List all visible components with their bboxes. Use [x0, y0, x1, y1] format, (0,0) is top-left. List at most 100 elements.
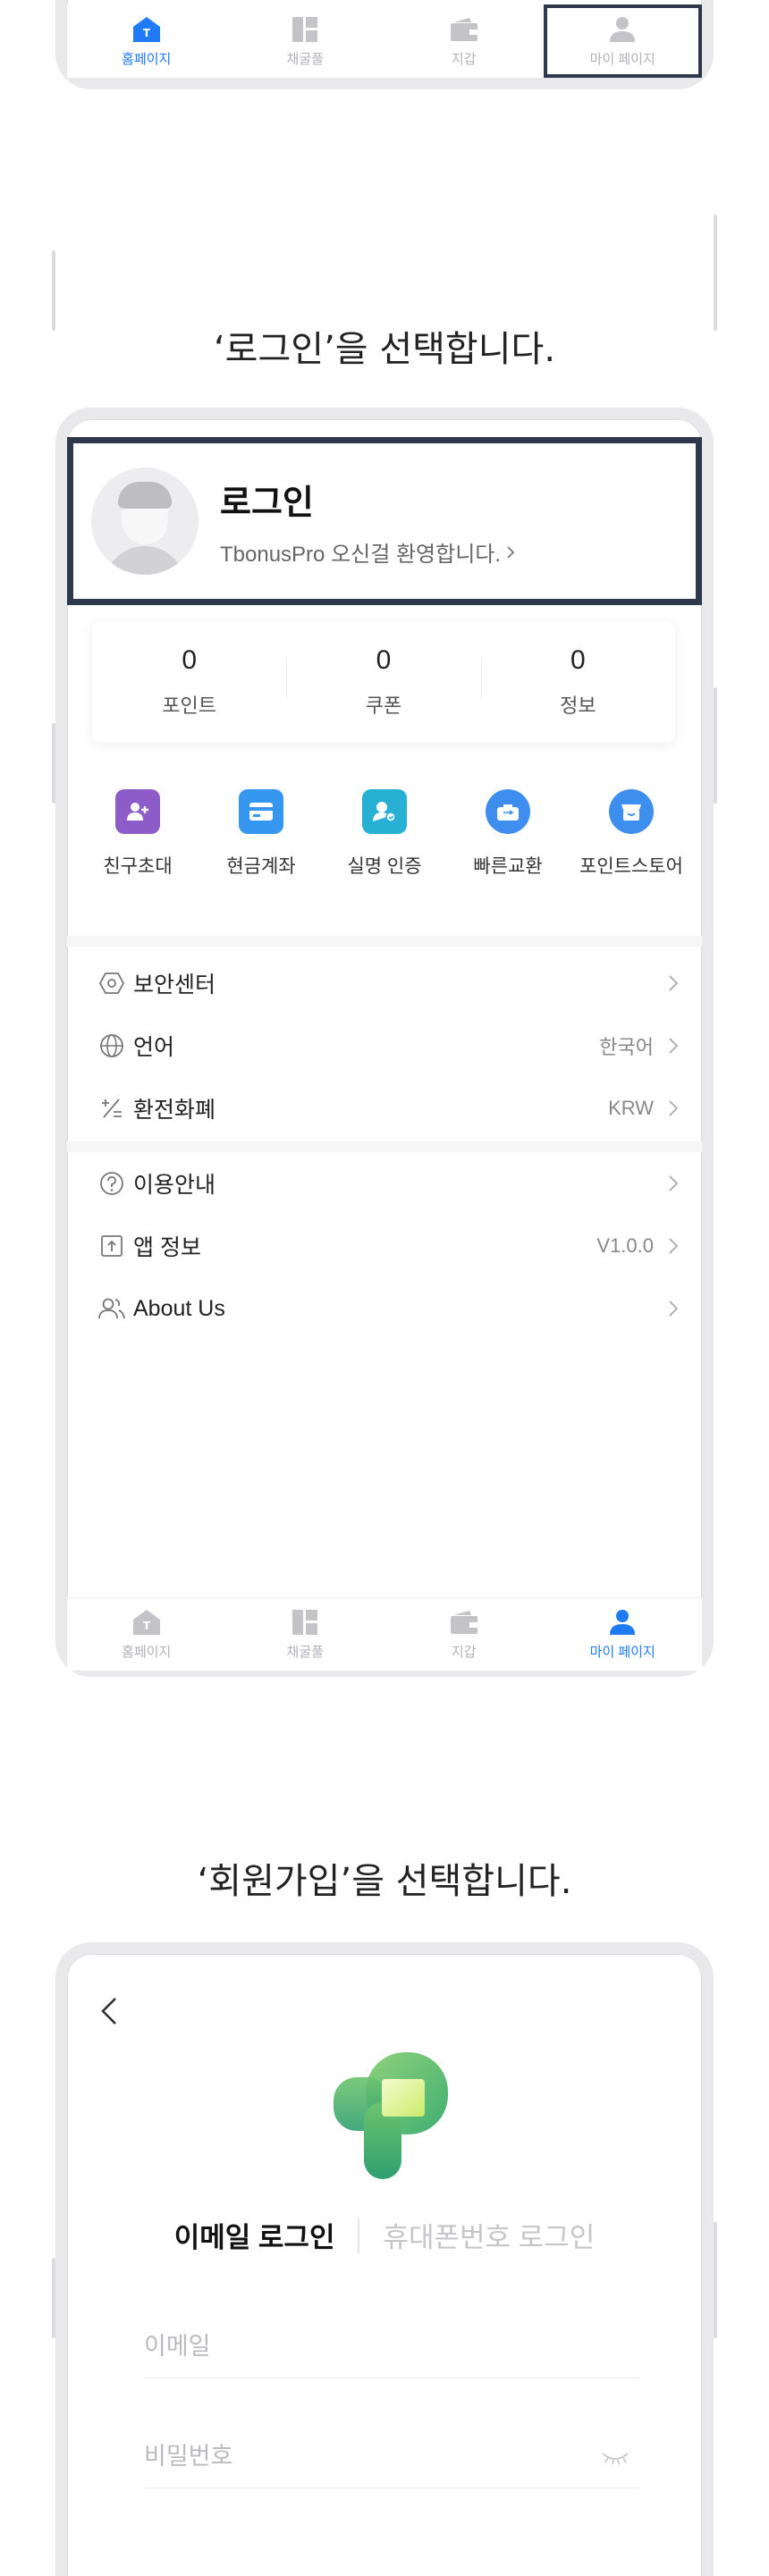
- menu-label: About Us: [133, 1295, 225, 1321]
- shortcut-id-verify[interactable]: 실명 인증: [326, 789, 443, 879]
- shortcut-label: 친구초대: [103, 856, 173, 877]
- invite-friend-icon: [115, 789, 160, 834]
- home-icon: T: [132, 1608, 161, 1637]
- menu-label: 보안센터: [133, 972, 216, 998]
- tab-label: 홈페이지: [122, 51, 172, 67]
- shortcut-invite-friend[interactable]: 친구초대: [80, 789, 196, 879]
- menu-user-guide[interactable]: 이용안내: [67, 1152, 702, 1215]
- default-avatar: [91, 467, 199, 575]
- stat-points[interactable]: 0 포인트: [92, 645, 286, 719]
- tab-my-page[interactable]: 마이 페이지: [544, 1598, 703, 1671]
- tab-label: 지갑: [451, 1645, 477, 1660]
- tab-label: 홈페이지: [122, 1645, 172, 1660]
- menu-currency[interactable]: 환전화폐 KRW: [67, 1077, 702, 1140]
- login-title: 로그인: [220, 484, 314, 522]
- user-icon: [608, 15, 637, 44]
- password-input[interactable]: [144, 2443, 600, 2471]
- shortcut-label: 포인트스토어: [579, 856, 683, 877]
- shortcut-point-store[interactable]: 포인트스토어: [573, 789, 689, 879]
- menu-label: 앱 정보: [133, 1235, 201, 1260]
- tab-my-page[interactable]: 마이 페이지: [543, 4, 702, 78]
- tab-home[interactable]: T 홈페이지: [67, 4, 226, 78]
- store-icon: [609, 789, 654, 834]
- stat-info[interactable]: 0 정보: [480, 645, 675, 719]
- tab-wallet[interactable]: 지갑: [384, 4, 544, 78]
- id-verify-icon: [362, 789, 407, 834]
- shortcut-label: 현금계좌: [226, 856, 296, 877]
- chevron-right-icon: [669, 1175, 679, 1191]
- shortcut-cash-account[interactable]: 현금계좌: [203, 789, 319, 879]
- login-method-tabs: 이메일 로그인 휴대폰번호 로그인: [67, 2215, 702, 2255]
- welcome-text: TbonusPro 오신걸 환영합니다.: [220, 543, 502, 567]
- grid-icon: [291, 15, 319, 44]
- menu-label: 환전화폐: [133, 1098, 216, 1123]
- phone-frame-step3: 이메일 로그인 휴대폰번호 로그인: [52, 1942, 717, 2576]
- tab-label: 채굴풀: [286, 51, 324, 67]
- app-info-icon: [97, 1232, 126, 1260]
- menu-label: 이용안내: [133, 1173, 216, 1198]
- tab-label: 채굴풀: [286, 1645, 324, 1660]
- stat-value: 0: [182, 645, 197, 675]
- menu-label: 언어: [133, 1035, 175, 1060]
- chevron-right-icon: [669, 1238, 679, 1254]
- shortcut-label: 빠른교환: [473, 856, 543, 877]
- chevron-right-icon: [669, 975, 679, 991]
- chevron-right-icon: [507, 545, 515, 559]
- password-field[interactable]: [144, 2426, 639, 2488]
- tbonus-logo: [334, 2052, 448, 2179]
- tab-label: 마이 페이지: [589, 51, 655, 67]
- tab-email-login[interactable]: 이메일 로그인: [151, 2215, 359, 2255]
- wallet-icon: [450, 15, 478, 44]
- phone-frame-step2: 로그인 TbonusPro 오신걸 환영합니다. 0 포인트 0 쿠폰 0 정보…: [52, 408, 717, 1677]
- svg-text:T: T: [143, 27, 151, 39]
- help-icon: [97, 1169, 126, 1198]
- user-icon: [608, 1608, 637, 1637]
- stats-panel: 0 포인트 0 쿠폰 0 정보: [92, 621, 675, 743]
- currency-icon: [97, 1094, 126, 1123]
- phone-frame-step1: T 홈페이지 채굴풀 지갑 마이 페이지: [52, 0, 717, 331]
- shortcut-label: 실명 인증: [347, 856, 422, 877]
- tab-label: 마이 페이지: [589, 1645, 655, 1660]
- email-field[interactable]: [144, 2316, 639, 2378]
- quick-exchange-icon: [486, 789, 530, 834]
- card-icon: [239, 789, 283, 834]
- menu-value: V1.0.0: [596, 1234, 654, 1257]
- bottom-tab-bar: T 홈페이지 채굴풀 지갑 마이 페이지: [67, 1597, 702, 1671]
- svg-text:T: T: [143, 1620, 151, 1632]
- menu-about-us[interactable]: About Us: [67, 1277, 702, 1340]
- shortcut-row: 친구초대 현금계좌 실명 인증 빠른교환 포인트스토어: [67, 789, 702, 879]
- menu-language[interactable]: 언어 한국어: [67, 1014, 702, 1077]
- tab-label: 지갑: [451, 51, 477, 67]
- shortcut-quick-exchange[interactable]: 빠른교환: [450, 789, 566, 879]
- stat-value: 0: [570, 645, 586, 675]
- chevron-right-icon: [669, 1301, 679, 1317]
- stat-coupons[interactable]: 0 쿠폰: [286, 645, 480, 719]
- tab-phone-login[interactable]: 휴대폰번호 로그인: [359, 2215, 618, 2255]
- stat-label: 포인트: [162, 695, 217, 717]
- chevron-right-icon: [669, 1038, 679, 1054]
- menu-value: KRW: [608, 1097, 654, 1119]
- globe-icon: [97, 1031, 126, 1060]
- step-caption-login: ‘로그인’을 선택합니다.: [213, 329, 556, 370]
- shield-hex-icon: [97, 969, 126, 998]
- people-icon: [97, 1294, 126, 1323]
- tab-pool[interactable]: 채굴풀: [226, 1598, 385, 1671]
- chevron-right-icon: [669, 1100, 679, 1116]
- menu-app-info[interactable]: 앱 정보 V1.0.0: [67, 1215, 702, 1277]
- back-arrow-icon[interactable]: [94, 1993, 124, 2029]
- grid-icon: [291, 1608, 319, 1637]
- stat-label: 쿠폰: [365, 695, 402, 717]
- eye-closed-icon[interactable]: [600, 2448, 630, 2466]
- section-divider: [67, 936, 702, 947]
- section-divider: [67, 1141, 702, 1152]
- tab-home[interactable]: T 홈페이지: [67, 1598, 226, 1671]
- tab-pool[interactable]: 채굴풀: [226, 4, 385, 78]
- step-caption-signup: ‘회원가입’을 선택합니다.: [197, 1861, 572, 1902]
- menu-value: 한국어: [599, 1036, 654, 1058]
- login-profile-card[interactable]: 로그인 TbonusPro 오신걸 환영합니다.: [67, 437, 702, 605]
- bottom-tab-bar: T 홈페이지 채굴풀 지갑 마이 페이지: [67, 4, 702, 78]
- tab-wallet[interactable]: 지갑: [384, 1598, 544, 1671]
- menu-security-center[interactable]: 보안센터: [67, 952, 702, 1014]
- email-input[interactable]: [144, 2333, 639, 2361]
- stat-label: 정보: [560, 695, 596, 717]
